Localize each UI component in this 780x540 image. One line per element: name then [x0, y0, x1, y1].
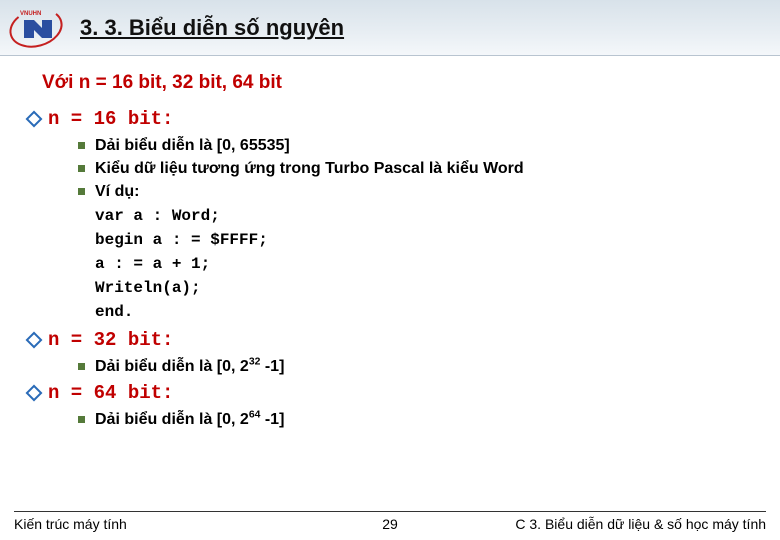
square-bullet-icon	[78, 416, 85, 423]
section-heading-text: n = 64 bit:	[48, 382, 173, 404]
list-item-text: Dải biểu diễn là [0, 65535]	[95, 134, 746, 157]
diamond-bullet-icon	[26, 111, 43, 128]
page-title: 3. 3. Biểu diễn số nguyên	[80, 15, 344, 41]
list-item-text: Dải biểu diễn là [0, 232 -1]	[95, 355, 746, 378]
section-heading-text: n = 32 bit:	[48, 329, 173, 351]
slide-content: Với n = 16 bit, 32 bit, 64 bit n = 16 bi…	[0, 56, 780, 431]
list-item-text: Ví dụ:var a : Word;begin a : = $FFFF;a :…	[95, 180, 746, 324]
footer: Kiến trúc máy tính 29 C 3. Biểu diễn dữ …	[14, 511, 766, 532]
section-heading: n = 32 bit:	[28, 329, 746, 351]
footer-right: C 3. Biểu diễn dữ liệu & số học máy tính	[418, 516, 766, 532]
section-heading: n = 64 bit:	[28, 382, 746, 404]
list-item: Ví dụ:var a : Word;begin a : = $FFFF;a :…	[78, 180, 746, 324]
diamond-bullet-icon	[26, 331, 43, 348]
list-item: Dải biểu diễn là [0, 65535]	[78, 134, 746, 157]
list-item: Dải biểu diễn là [0, 264 -1]	[78, 408, 746, 431]
diamond-bullet-icon	[26, 384, 43, 401]
list-item-text: Kiểu dữ liệu tương ứng trong Turbo Pasca…	[95, 157, 746, 180]
section-heading: n = 16 bit:	[28, 108, 746, 130]
list-item-text: Dải biểu diễn là [0, 264 -1]	[95, 408, 746, 431]
square-bullet-icon	[78, 165, 85, 172]
list-item: Dải biểu diễn là [0, 232 -1]	[78, 355, 746, 378]
list-item: Kiểu dữ liệu tương ứng trong Turbo Pasca…	[78, 157, 746, 180]
square-bullet-icon	[78, 363, 85, 370]
page-number: 29	[362, 516, 418, 532]
footer-left: Kiến trúc máy tính	[14, 516, 362, 532]
subtitle: Với n = 16 bit, 32 bit, 64 bit	[42, 72, 746, 94]
header: VNUHN 3. 3. Biểu diễn số nguyên	[0, 0, 780, 56]
svg-text:VNUHN: VNUHN	[20, 11, 41, 17]
square-bullet-icon	[78, 188, 85, 195]
square-bullet-icon	[78, 142, 85, 149]
logo: VNUHN	[8, 6, 68, 50]
section-heading-text: n = 16 bit:	[48, 108, 173, 130]
